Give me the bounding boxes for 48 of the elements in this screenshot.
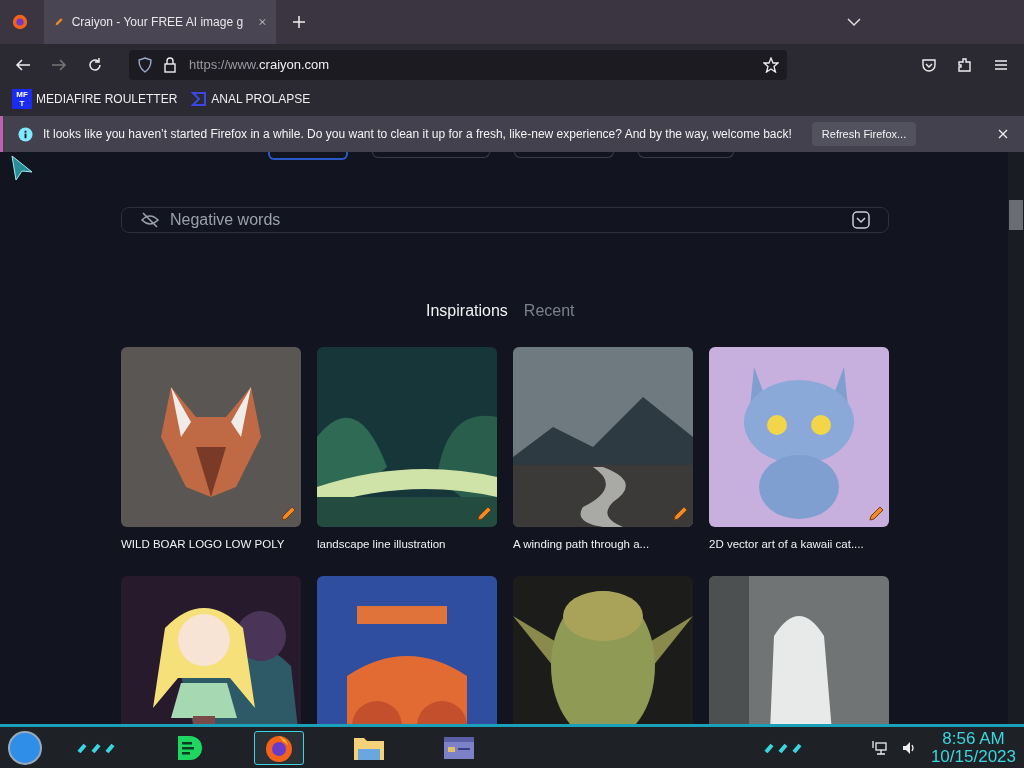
firefox-icon[interactable] bbox=[11, 13, 29, 31]
notification-text: It looks like you haven’t started Firefox in a while. Do you want to clean it up for a fresh, like-new experience? And by the way, welcome back! bbox=[43, 126, 792, 143]
browser-tab[interactable]: Craiyon - Your FREE AI image g bbox=[44, 0, 276, 44]
bookmark-logo-icon: MF T bbox=[12, 89, 32, 109]
url-text: https://www.craiyon.com bbox=[189, 56, 331, 75]
info-icon bbox=[18, 126, 33, 142]
pencil-icon[interactable] bbox=[475, 505, 493, 523]
card-caption: WILD BOAR LOGO LOW POLY bbox=[121, 537, 286, 552]
tab-title: Craiyon - Your FREE AI image g bbox=[71, 14, 244, 31]
bookmark-item[interactable]: MF T MEDIAFIRE ROULETTER bbox=[12, 89, 178, 109]
gallery-tab[interactable]: Recent bbox=[523, 299, 575, 323]
eye-off-icon bbox=[140, 210, 160, 230]
negative-words-field[interactable]: Negative words bbox=[121, 207, 889, 233]
clock-time: 8:56 AM bbox=[942, 729, 1005, 748]
card-caption: landscape line illustration bbox=[317, 537, 447, 552]
card-caption: A winding path through a... bbox=[513, 537, 651, 552]
forward-icon[interactable] bbox=[51, 57, 67, 73]
clock-date: 10/15/2023 bbox=[930, 747, 1016, 766]
pocket-icon[interactable] bbox=[921, 57, 937, 73]
cursor-icon bbox=[10, 154, 34, 182]
star-icon[interactable] bbox=[763, 57, 779, 73]
close-icon[interactable] bbox=[259, 17, 266, 27]
back-icon[interactable] bbox=[15, 57, 31, 73]
new-tab-icon[interactable] bbox=[292, 15, 306, 29]
taskbar-app[interactable] bbox=[254, 730, 304, 765]
pencil-icon[interactable] bbox=[671, 505, 689, 523]
shield-icon bbox=[137, 57, 153, 73]
pencil-icon[interactable] bbox=[279, 505, 297, 523]
sigma-icon bbox=[191, 91, 208, 107]
close-icon[interactable] bbox=[998, 129, 1008, 139]
dropdown-icon[interactable] bbox=[852, 211, 870, 229]
lock-icon bbox=[163, 57, 179, 73]
scrollbar-thumb[interactable] bbox=[1009, 200, 1023, 230]
pencil-icon[interactable] bbox=[867, 505, 885, 523]
scrollbar[interactable] bbox=[1008, 152, 1024, 724]
start-button[interactable] bbox=[8, 730, 42, 765]
mode-tab[interactable] bbox=[268, 152, 348, 160]
puzzle-icon[interactable] bbox=[957, 57, 973, 73]
network-icon[interactable] bbox=[870, 739, 887, 756]
reload-icon[interactable] bbox=[87, 57, 103, 73]
text-input[interactable]: Negative words bbox=[170, 208, 842, 232]
card-caption: 2D vector art of a kawaii cat.... bbox=[709, 537, 865, 552]
chevron-down-icon[interactable] bbox=[847, 17, 861, 27]
gallery-tab[interactable]: Inspirations bbox=[426, 299, 508, 323]
address-bar[interactable]: https://www.craiyon.com bbox=[129, 50, 787, 80]
bookmark-item[interactable]: ANAL PROLAPSE bbox=[191, 90, 311, 108]
refresh-button[interactable]: Refresh Firefox... bbox=[811, 122, 917, 146]
menu-icon[interactable] bbox=[993, 57, 1009, 73]
